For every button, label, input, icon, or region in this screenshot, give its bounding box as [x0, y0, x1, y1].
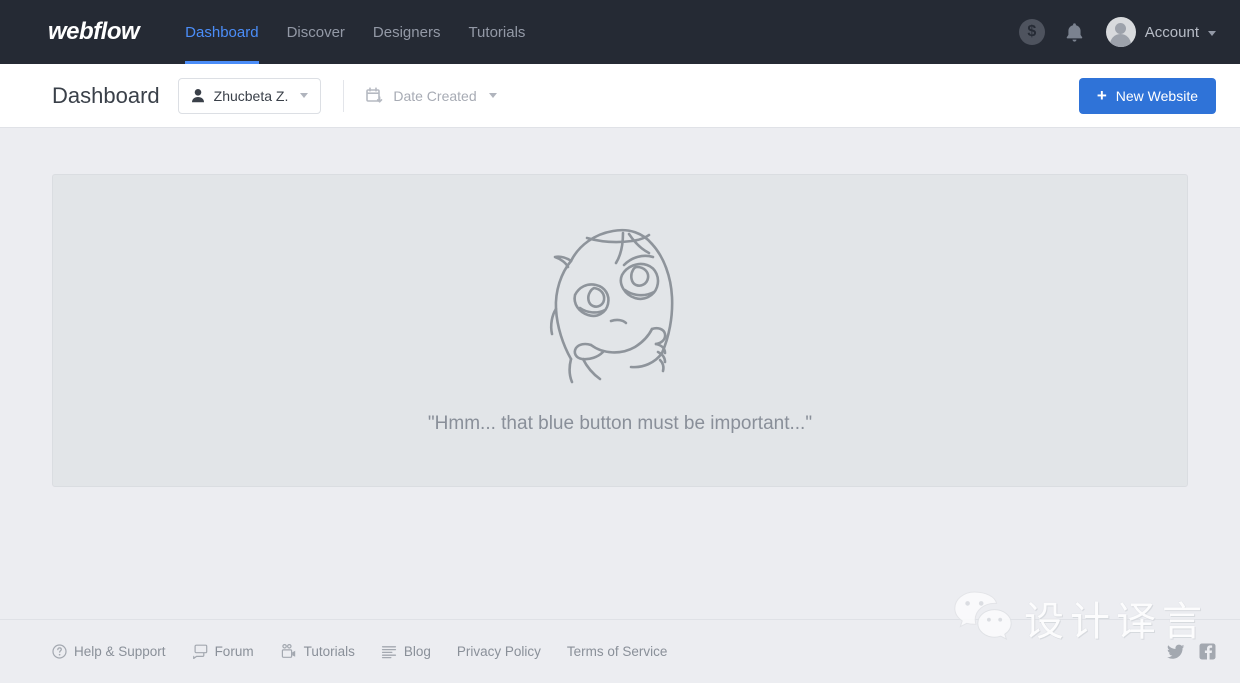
dollar-circle-icon[interactable]: $ [1019, 19, 1045, 45]
nav-link-tutorials[interactable]: Tutorials [454, 0, 539, 64]
sub-header: Dashboard Zhucbeta Z. Date Created + New… [0, 64, 1240, 128]
question-circle-icon [52, 644, 67, 659]
avatar [1106, 17, 1136, 47]
nav-link-discover[interactable]: Discover [273, 0, 359, 64]
footer-link-label: Terms of Service [567, 644, 668, 659]
nav-right-group: $ Account [1019, 17, 1216, 47]
calendar-download-icon [366, 87, 384, 105]
sort-filter-value: Date Created [393, 88, 476, 104]
footer-link-label: Blog [404, 644, 431, 659]
footer-link-help-support[interactable]: Help & Support [52, 644, 166, 659]
nav-link-dashboard[interactable]: Dashboard [171, 0, 272, 64]
footer-link-forum[interactable]: Forum [192, 644, 254, 659]
webflow-logo[interactable]: webflow [48, 18, 139, 46]
chevron-down-icon [489, 93, 497, 98]
social-links [1167, 643, 1216, 660]
sort-filter-dropdown[interactable]: Date Created [366, 87, 496, 105]
footer-link-label: Forum [215, 644, 254, 659]
empty-state-panel: "Hmm... that blue button must be importa… [52, 174, 1188, 487]
main-content: "Hmm... that blue button must be importa… [0, 128, 1240, 619]
chevron-down-icon [300, 93, 308, 98]
account-menu[interactable]: Account [1106, 17, 1216, 47]
footer-link-label: Privacy Policy [457, 644, 541, 659]
footer-link-privacy-policy[interactable]: Privacy Policy [457, 644, 541, 659]
user-filter-dropdown[interactable]: Zhucbeta Z. [178, 78, 322, 114]
page-title: Dashboard [52, 83, 160, 109]
rage-comic-thinking-face-illustration [525, 217, 715, 387]
footer-link-blog[interactable]: Blog [381, 644, 431, 659]
footer-link-terms-of-service[interactable]: Terms of Service [567, 644, 668, 659]
footer: Help & Support Forum Tutorials [0, 619, 1240, 683]
chevron-down-icon [1208, 31, 1216, 36]
footer-link-label: Help & Support [74, 644, 166, 659]
twitter-icon[interactable] [1167, 644, 1185, 660]
account-label: Account [1145, 24, 1199, 41]
footer-link-label: Tutorials [304, 644, 355, 659]
bell-icon[interactable] [1065, 22, 1084, 43]
dashboard-page: webflow Dashboard Discover Designers Tut… [0, 0, 1240, 683]
speech-bubble-icon [192, 644, 208, 659]
top-navbar: webflow Dashboard Discover Designers Tut… [0, 0, 1240, 64]
person-icon [191, 88, 205, 103]
empty-state-caption: "Hmm... that blue button must be importa… [428, 413, 812, 435]
new-website-button[interactable]: + New Website [1079, 78, 1216, 114]
primary-nav: Dashboard Discover Designers Tutorials [171, 0, 539, 64]
video-camera-icon [280, 644, 297, 659]
list-lines-icon [381, 645, 397, 659]
footer-links: Help & Support Forum Tutorials [52, 644, 667, 659]
header-divider [343, 80, 344, 112]
facebook-icon[interactable] [1199, 643, 1216, 660]
user-filter-value: Zhucbeta Z. [214, 88, 289, 104]
plus-icon: + [1097, 87, 1107, 104]
footer-link-tutorials[interactable]: Tutorials [280, 644, 355, 659]
new-website-label: New Website [1116, 88, 1198, 104]
nav-link-designers[interactable]: Designers [359, 0, 455, 64]
